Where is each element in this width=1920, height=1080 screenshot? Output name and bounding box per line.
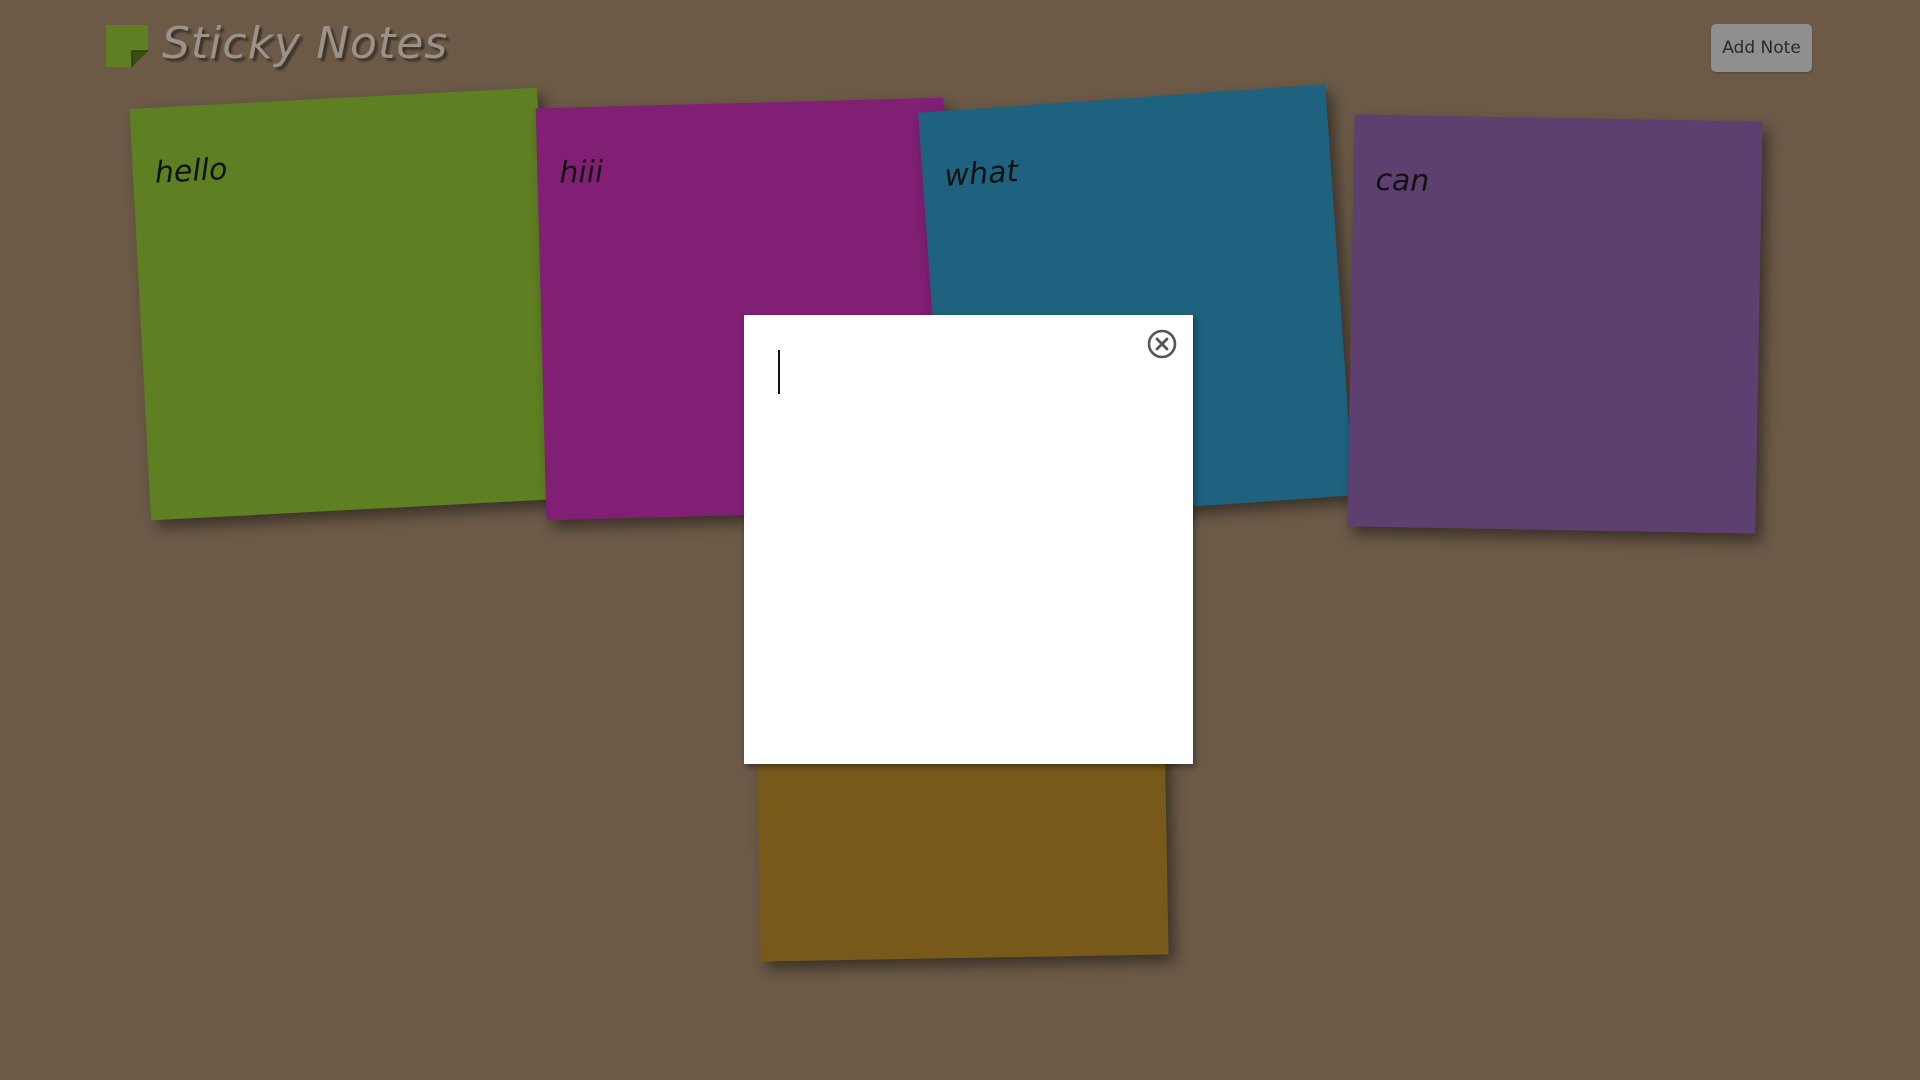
close-circle-icon[interactable] [1147, 329, 1177, 359]
sticky-note[interactable]: can [1347, 114, 1763, 534]
note-text: hiii [558, 154, 604, 191]
note-text: hello [153, 151, 229, 191]
text-caret [778, 350, 780, 394]
note-editor-modal [744, 315, 1193, 764]
sticky-note[interactable]: hello [129, 87, 559, 521]
note-editor-input[interactable] [772, 343, 1132, 723]
note-text: what [943, 153, 1020, 194]
note-text: can [1375, 162, 1430, 199]
